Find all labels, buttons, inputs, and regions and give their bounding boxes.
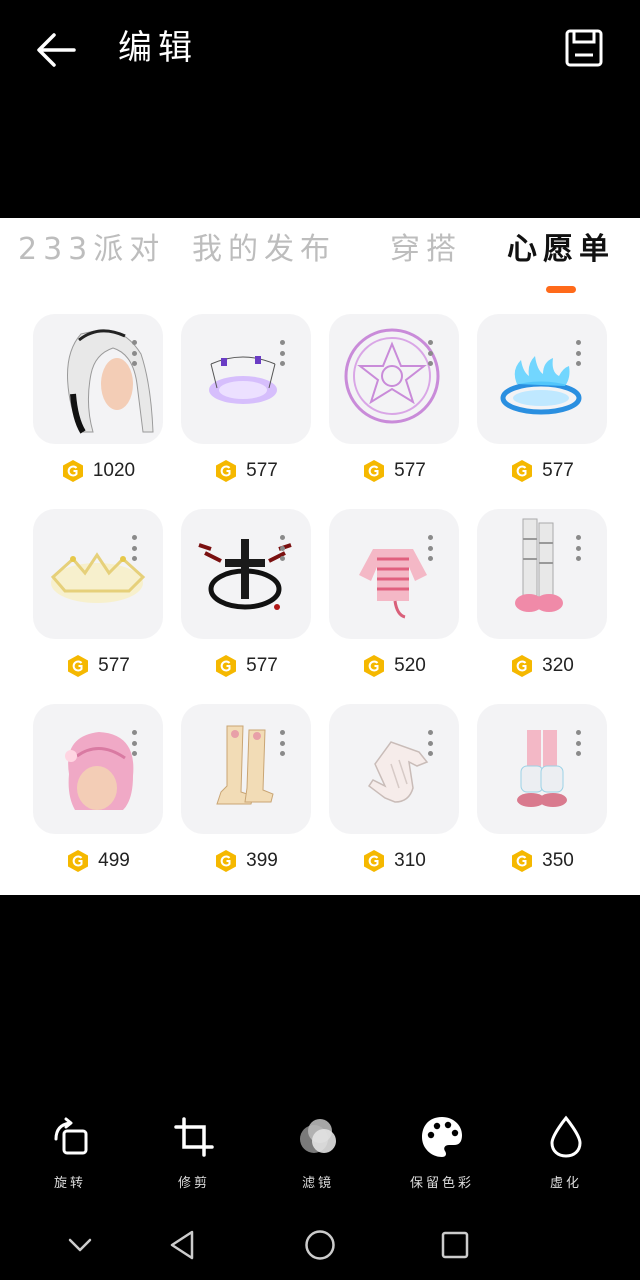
coin-icon [364,655,385,677]
item-thumbnail [477,314,607,444]
item-card-golden-crown-ring[interactable]: 577 [33,509,165,689]
item-thumbnail [181,314,311,444]
crop-button[interactable]: 修剪 [134,1110,254,1191]
blur-button[interactable]: 虚化 [506,1110,626,1191]
item-thumbnail [181,509,311,639]
more-options-icon[interactable] [575,535,581,561]
coin-icon [216,655,237,677]
coin-icon [68,850,89,872]
filter-button[interactable]: 滤镜 [258,1110,378,1191]
more-options-icon[interactable] [575,730,581,756]
page-title: 编辑 [118,28,198,68]
nav-home-icon [305,1230,335,1260]
item-price: 1020 [33,456,163,486]
item-price: 320 [477,651,607,681]
more-options-icon[interactable] [427,340,433,366]
rotate-icon [54,1117,88,1155]
tab-wishlist[interactable]: 心愿单 [507,230,615,270]
item-thumbnail [33,704,163,834]
item-price: 577 [477,456,607,486]
more-options-icon[interactable] [279,535,285,561]
item-card-purple-glow-halo[interactable]: 577 [181,314,313,494]
save-button[interactable] [560,24,608,72]
item-price: 310 [329,846,459,876]
edit-toolbar: 旋转 修剪 滤镜 保留色彩 虚化 [0,1110,640,1200]
nav-home-button[interactable] [290,1220,350,1270]
keep-color-label: 保留色彩 [409,1176,474,1191]
item-card-pink-leg-warmers[interactable]: 350 [477,704,609,884]
item-thumbnail [477,509,607,639]
item-thumbnail [181,704,311,834]
arrow-left-icon [37,33,76,67]
item-price: 520 [329,651,459,681]
item-price: 577 [181,456,311,486]
item-price: 399 [181,846,311,876]
nav-back-button[interactable] [152,1220,212,1270]
item-card-white-stockings-pink-shoes[interactable]: 320 [477,509,609,689]
keep-color-button[interactable]: 保留色彩 [382,1110,502,1191]
palette-icon [422,1117,462,1157]
coin-icon [512,655,533,677]
coin-icon [216,850,237,872]
coin-icon [62,460,83,482]
nav-recents-icon [441,1231,469,1259]
item-card-cream-boots[interactable]: 399 [181,704,313,884]
item-thumbnail [329,509,459,639]
more-options-icon[interactable] [427,730,433,756]
top-bar: 编辑 [0,0,640,100]
tab-bar: 233派对 我的发布 穿搭 心愿单 [0,218,640,298]
item-card-pink-striped-sweater[interactable]: 520 [329,509,461,689]
coin-icon [68,655,89,677]
item-price: 577 [329,456,459,486]
item-price: 577 [33,651,163,681]
coin-icon [512,850,533,872]
chevron-down-icon [68,1238,92,1252]
more-options-icon[interactable] [131,340,137,366]
tab-outfits[interactable]: 穿搭 [390,230,462,270]
blur-label: 虚化 [549,1176,582,1191]
item-thumbnail [477,704,607,834]
item-thumbnail [33,314,163,444]
item-card-magic-circle[interactable]: 577 [329,314,461,494]
nav-back-icon [170,1230,194,1260]
item-thumbnail [33,509,163,639]
item-card-pink-bob-hair[interactable]: 499 [33,704,165,884]
item-card-blue-flame-ring[interactable]: 577 [477,314,609,494]
item-price: 577 [181,651,311,681]
item-price: 499 [33,846,163,876]
item-card-white-hair[interactable]: 1020 [33,314,165,494]
system-nav-bar [0,1210,640,1280]
crop-label: 修剪 [177,1176,210,1191]
back-button[interactable] [30,24,82,76]
tab-233-party[interactable]: 233派对 [18,230,165,270]
crop-icon [174,1117,214,1157]
item-card-white-glove[interactable]: 310 [329,704,461,884]
active-tab-indicator [546,286,576,293]
screenshot-panel: 233派对 我的发布 穿搭 心愿单 1020 577 577 577 577 5… [0,218,640,895]
nav-recents-button[interactable] [425,1220,485,1270]
save-icon [565,29,603,67]
coin-icon [512,460,533,482]
more-options-icon[interactable] [575,340,581,366]
rotate-button[interactable]: 旋转 [10,1110,130,1191]
coin-icon [364,460,385,482]
tab-my-posts[interactable]: 我的发布 [192,230,336,270]
collapse-button[interactable] [50,1220,110,1270]
filter-label: 滤镜 [301,1176,334,1191]
item-price: 350 [477,846,607,876]
coin-icon [364,850,385,872]
more-options-icon[interactable] [279,340,285,366]
more-options-icon[interactable] [427,535,433,561]
more-options-icon[interactable] [279,730,285,756]
coin-icon [216,460,237,482]
blur-drop-icon [550,1115,582,1158]
item-thumbnail [329,704,459,834]
item-thumbnail [329,314,459,444]
filter-icon [300,1119,336,1153]
rotate-label: 旋转 [53,1176,86,1191]
more-options-icon[interactable] [131,730,137,756]
item-card-dark-cross-circle[interactable]: 577 [181,509,313,689]
more-options-icon[interactable] [131,535,137,561]
